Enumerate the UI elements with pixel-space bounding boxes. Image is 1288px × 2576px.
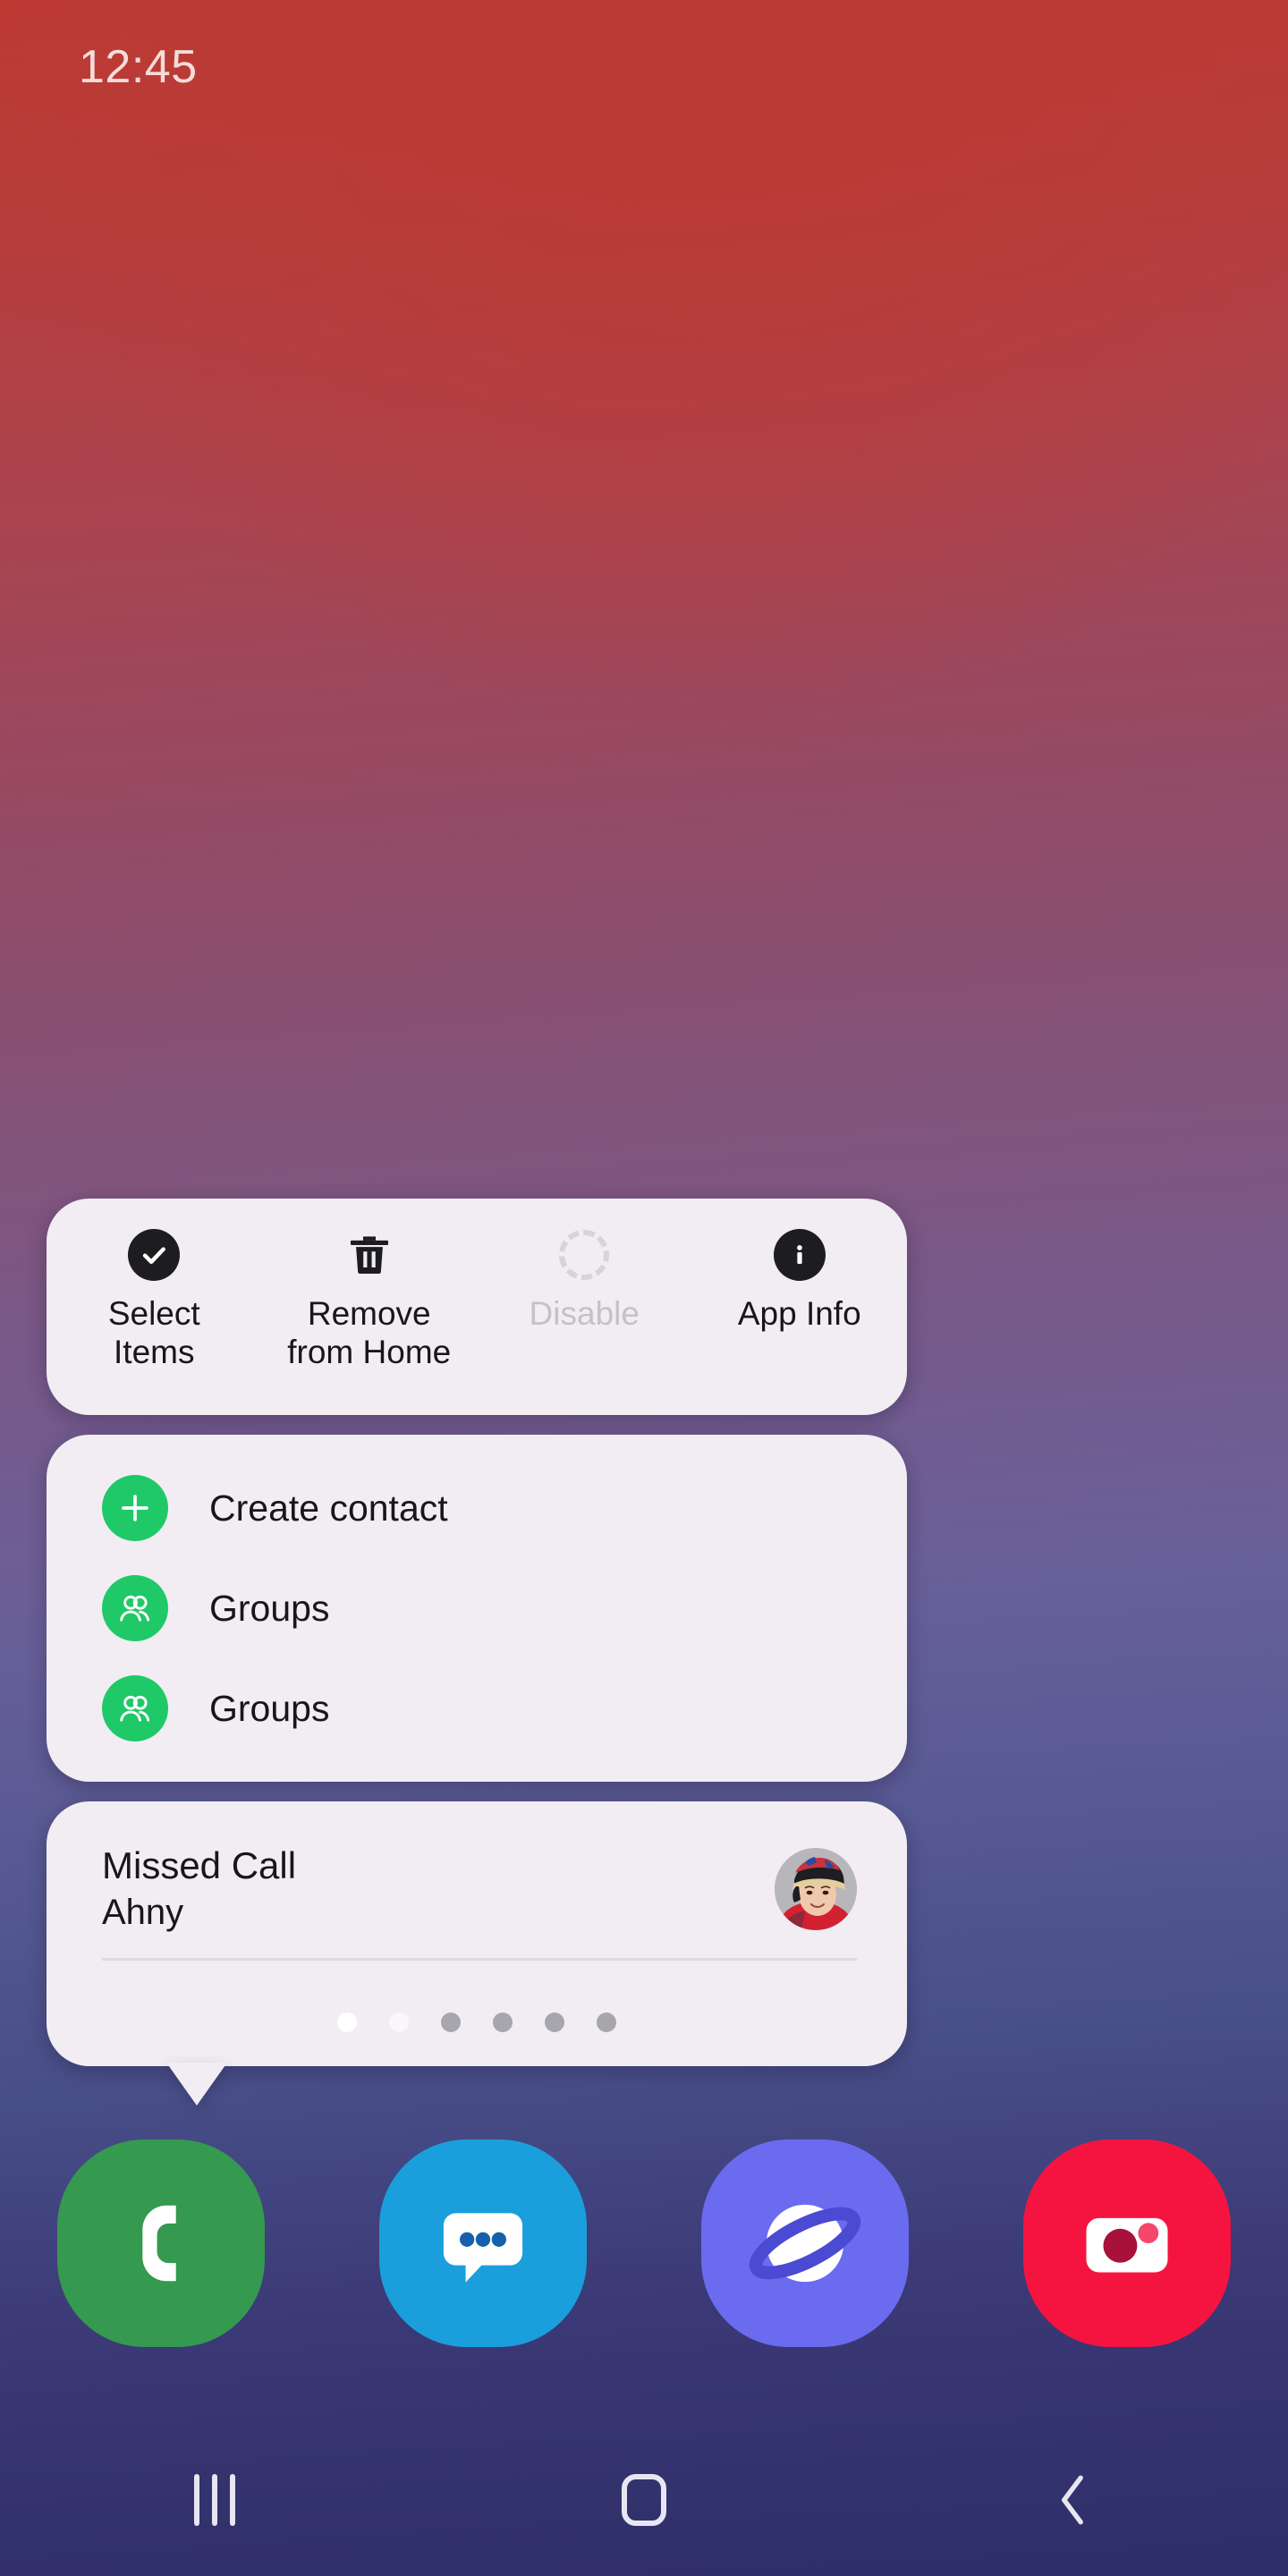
- widget-header: Missed Call Ahny: [47, 1844, 907, 1933]
- dock-icon-phone[interactable]: [57, 2140, 265, 2347]
- phone-icon: [142, 2205, 176, 2282]
- action-remove-from-home[interactable]: Remove from Home: [262, 1227, 478, 1371]
- dashed-circle-icon: [556, 1227, 612, 1283]
- app-long-press-popup: Select Items Remove from Home Disable Ap…: [47, 1199, 907, 2106]
- shortcut-groups-2[interactable]: Groups: [47, 1658, 907, 1758]
- recents-icon: [194, 2474, 235, 2526]
- dock-icon-internet[interactable]: [701, 2140, 909, 2347]
- message-bubble-icon: [443, 2213, 523, 2283]
- action-label: Select Items: [107, 1295, 200, 1370]
- page-dot[interactable]: [389, 2012, 409, 2032]
- dock-icon-messages[interactable]: [379, 2140, 587, 2347]
- trash-icon: [342, 1227, 397, 1283]
- phone-screen: 12:45 Select Items Remove from Home Disa…: [0, 0, 1288, 2576]
- action-disable: Disable: [477, 1227, 692, 1334]
- action-select-items[interactable]: Select Items: [47, 1227, 262, 1371]
- shortcut-groups-1[interactable]: Groups: [47, 1558, 907, 1658]
- action-app-info[interactable]: App Info: [692, 1227, 908, 1334]
- status-bar-clock: 12:45: [79, 41, 198, 93]
- shortcut-label: Create contact: [209, 1487, 448, 1529]
- shortcut-label: Groups: [209, 1687, 330, 1729]
- action-label: App Info: [737, 1295, 861, 1332]
- shortcut-create-contact[interactable]: Create contact: [47, 1458, 907, 1558]
- dock-icon-camera[interactable]: [1023, 2140, 1231, 2347]
- system-navigation-bar: [0, 2424, 1288, 2576]
- nav-home-button[interactable]: [429, 2424, 859, 2576]
- popup-widget-card[interactable]: Missed Call Ahny: [47, 1801, 907, 2106]
- people-icon: [102, 1575, 168, 1641]
- plus-icon: [102, 1475, 168, 1541]
- widget-title: Missed Call: [102, 1844, 297, 1886]
- shortcut-label: Groups: [209, 1587, 330, 1629]
- nav-back-button[interactable]: [859, 2424, 1288, 2576]
- page-dot[interactable]: [545, 2012, 564, 2032]
- widget-subtitle: Ahny: [102, 1893, 184, 1932]
- info-circle-icon: [772, 1227, 827, 1283]
- dock: [0, 2140, 1288, 2347]
- people-icon: [102, 1675, 168, 1741]
- page-dot[interactable]: [441, 2012, 461, 2032]
- page-dot[interactable]: [597, 2012, 616, 2032]
- planet-browser-icon: [749, 2204, 861, 2283]
- page-dot[interactable]: [337, 2012, 357, 2032]
- widget-page-indicator[interactable]: [47, 2012, 907, 2032]
- widget-divider: [102, 1958, 857, 1961]
- nav-recents-button[interactable]: [0, 2424, 429, 2576]
- page-dot[interactable]: [493, 2012, 513, 2032]
- action-label: Remove from Home: [287, 1295, 452, 1370]
- avatar: [775, 1848, 857, 1930]
- widget-text-block: Missed Call Ahny: [102, 1844, 296, 1933]
- popup-shortcut-list: Create contact Groups Groups: [47, 1435, 907, 1782]
- status-bar: 12:45: [0, 0, 1288, 134]
- camera-icon: [1086, 2217, 1168, 2273]
- popup-pointer-tail: [166, 2063, 227, 2106]
- home-icon: [622, 2474, 666, 2526]
- action-label: Disable: [529, 1295, 640, 1332]
- check-circle-icon: [126, 1227, 182, 1283]
- back-chevron-icon: [1062, 2475, 1083, 2525]
- popup-action-bar: Select Items Remove from Home Disable Ap…: [47, 1199, 907, 1415]
